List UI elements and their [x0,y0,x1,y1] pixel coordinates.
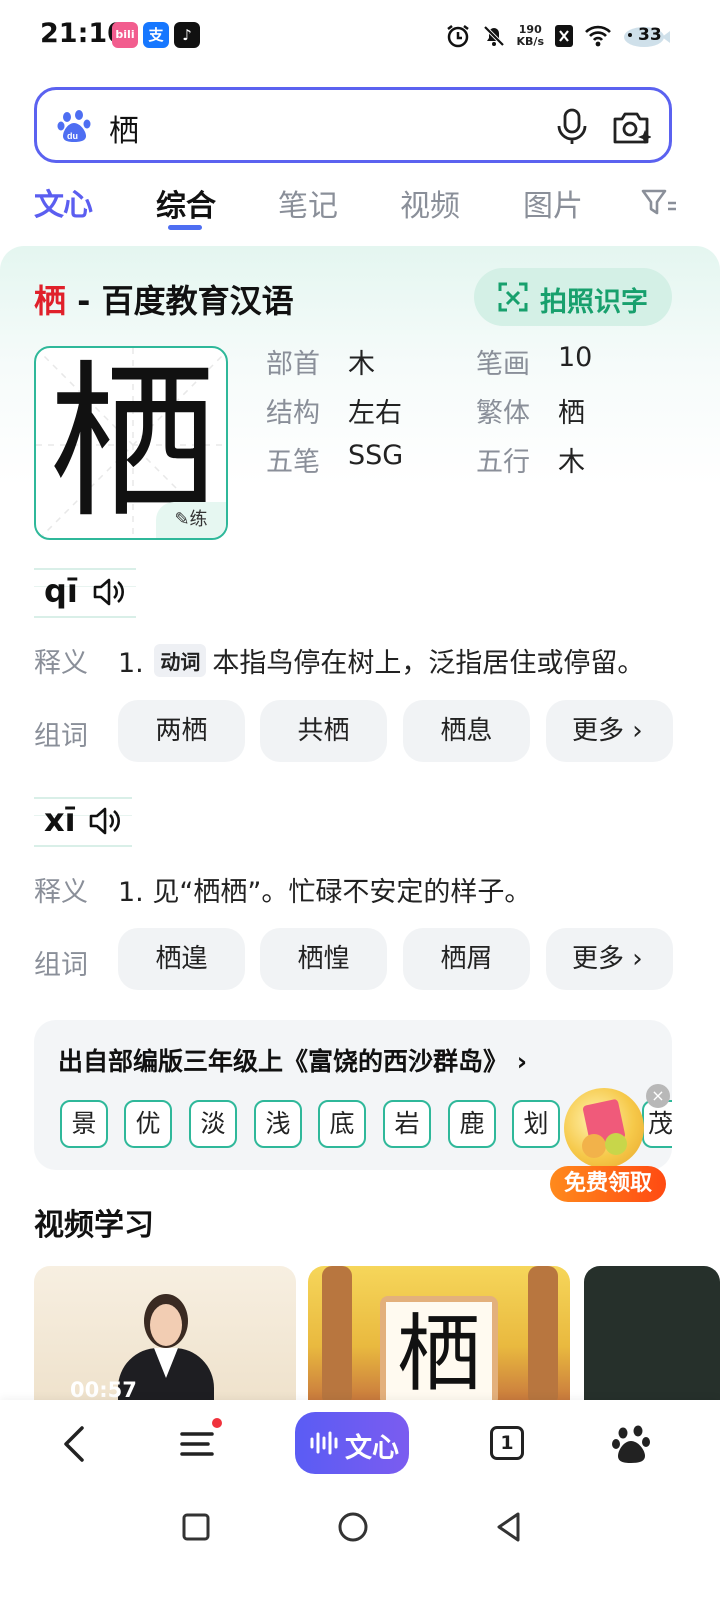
tab-comprehensive[interactable]: 综合 [156,181,216,225]
card-title[interactable]: 栖 - 百度教育汉语 [34,276,294,322]
info-wuxing: 五行木 [476,447,585,478]
recents-icon[interactable] [181,1512,211,1542]
status-icons: 190 KB/s 33 [445,20,672,52]
promo-float[interactable]: 免费领取 × [550,1084,670,1204]
video-card[interactable] [584,1266,720,1400]
source-title[interactable]: 出自部编版三年级上《富饶的西沙群岛》 › [58,1042,527,1078]
tab-images[interactable]: 图片 [523,181,583,225]
wifi-icon [585,25,611,47]
net-speed: 190 KB/s [516,23,544,48]
video-thumb-frame: 栖 [380,1296,498,1400]
filter-icon[interactable] [640,185,676,221]
lesson-char[interactable]: 景 [60,1100,108,1148]
wenxin-icon [310,1431,338,1455]
info-wubi: 五笔 SSG [266,440,404,478]
more-words-button[interactable]: 更多 › [546,700,673,762]
pinyin-qi[interactable]: qī [34,568,136,618]
baidu-paw-icon: du [57,110,91,142]
lesson-char[interactable]: 淡 [189,1100,237,1148]
tab-video[interactable]: 视频 [400,181,460,225]
close-icon[interactable]: × [646,1084,670,1108]
tab-active-indicator [168,225,202,230]
definition-qi: 1. 动词 本指鸟停在树上，泛指居住或停留。 [118,641,644,680]
nfc-icon [555,25,573,47]
tiktok-icon: ♪ [174,22,200,48]
search-tabs: 文心 综合 笔记 视频 图片 [0,175,720,235]
promo-badge[interactable]: 免费领取 [550,1166,666,1202]
wenxin-button[interactable]: 文心 [295,1412,409,1474]
word-chip[interactable]: 栖息 [403,700,530,762]
notification-dot [212,1418,222,1428]
lesson-char[interactable]: 浅 [254,1100,302,1148]
words-label: 组词 [34,721,88,752]
word-chip[interactable]: 栖惶 [260,928,387,990]
mute-icon [483,25,504,47]
info-strokes: 笔画 10 [476,342,593,380]
pos-badge: 动词 [154,644,207,677]
definition-label: 释义 [34,648,88,679]
lesson-char[interactable]: 鹿 [448,1100,496,1148]
video-section-title: 视频学习 [34,1208,154,1243]
info-structure: 结构 左右 [266,398,402,429]
tabs-count-button[interactable]: 1 [490,1426,524,1460]
word-chip[interactable]: 两栖 [118,700,245,762]
info-traditional: 繁体栖 [476,398,585,429]
bottom-nav: 文心 1 [0,1400,720,1488]
system-nav-bar [0,1488,720,1600]
alipay-icon: 支 [143,22,169,48]
microphone-icon[interactable] [555,108,589,146]
camera-search-icon[interactable] [611,107,651,147]
video-card[interactable]: 00:57 [34,1266,296,1400]
svg-text:du: du [67,131,78,141]
bilibili-icon: bili [112,22,138,48]
baidu-paw-icon[interactable] [610,1422,654,1466]
words-label: 组词 [34,950,88,981]
word-chip[interactable]: 共栖 [260,700,387,762]
practice-button[interactable]: ✎练 [156,502,226,538]
promo-image [564,1088,644,1168]
speaker-icon[interactable] [92,576,126,608]
dictionary-card: 栖 - 百度教育汉语 拍照识字 栖 ✎练 部首木 笔画 10 结构 左右 繁体栖 五… [0,246,720,1206]
pinyin-xi[interactable]: xī [34,797,132,847]
definition-xi: 1. 见“栖栖”。忙碌不安定的样子。 [118,877,532,908]
lesson-char[interactable]: 优 [124,1100,172,1148]
more-words-button[interactable]: 更多 › [546,928,673,990]
search-box[interactable]: du 栖 [34,87,672,163]
home-icon[interactable] [337,1511,369,1543]
definition-label: 释义 [34,877,88,908]
speaker-icon[interactable] [88,805,122,837]
character-display[interactable]: 栖 ✎练 [34,346,228,540]
battery-icon: 33 [622,23,672,49]
scan-text-icon [498,282,528,312]
video-card[interactable]: 栖 [308,1266,570,1400]
search-input[interactable]: 栖 [109,106,139,150]
back-icon[interactable] [54,1422,98,1466]
info-radical: 部首木 [266,349,375,380]
tab-notes[interactable]: 笔记 [278,181,338,225]
photo-recognize-button[interactable]: 拍照识字 [474,268,672,326]
video-duration: 00:57 [70,1378,137,1400]
word-chip[interactable]: 栖遑 [118,928,245,990]
menu-icon[interactable] [176,1422,220,1466]
tab-wenxin[interactable]: 文心 [34,180,93,224]
system-back-icon[interactable] [494,1511,524,1543]
status-bar: 21:10 bili 支 ♪ 190 KB/s 33 [0,0,720,72]
alarm-icon [446,25,469,48]
lesson-char[interactable]: 岩 [383,1100,431,1148]
lesson-char[interactable]: 底 [318,1100,366,1148]
word-chip[interactable]: 栖屑 [403,928,530,990]
